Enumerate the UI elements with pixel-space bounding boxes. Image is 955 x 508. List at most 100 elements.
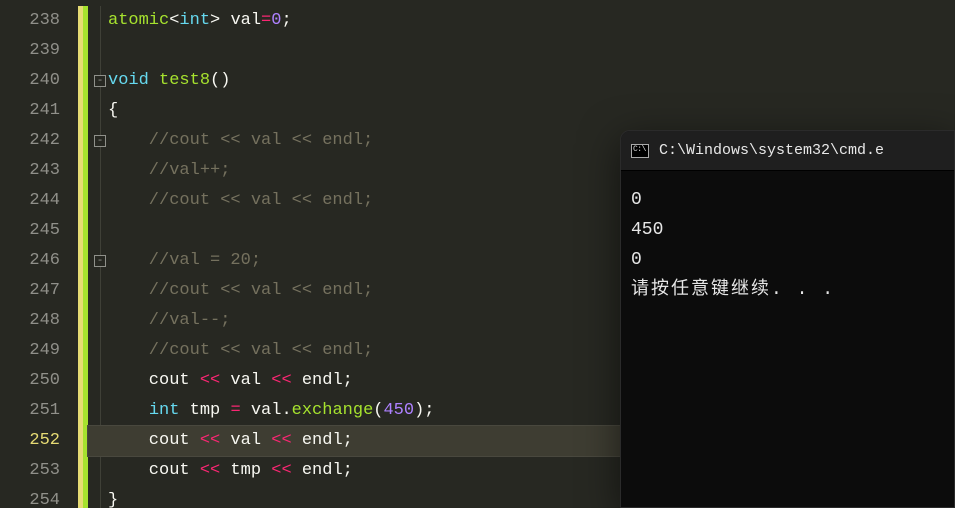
code-token: val bbox=[220, 371, 271, 390]
code-line[interactable] bbox=[88, 36, 955, 66]
line-number: 242 bbox=[0, 126, 60, 156]
console-output-line: 0 bbox=[631, 185, 944, 215]
change-marker bbox=[78, 336, 88, 366]
code-token: ; bbox=[281, 11, 291, 30]
line-number: 247 bbox=[0, 276, 60, 306]
code-token: val bbox=[241, 401, 282, 420]
code-token: ; bbox=[343, 431, 353, 450]
code-token: endl bbox=[292, 431, 343, 450]
code-token: < bbox=[169, 11, 179, 30]
line-number: 238 bbox=[0, 6, 60, 36]
fold-toggle-icon[interactable]: - bbox=[94, 255, 106, 267]
code-token: . bbox=[281, 401, 291, 420]
change-marker bbox=[78, 36, 88, 66]
code-token bbox=[149, 71, 159, 90]
code-token: //val--; bbox=[108, 311, 230, 330]
line-number: 254 bbox=[0, 486, 60, 508]
code-token: //val++; bbox=[108, 161, 230, 180]
code-token: cout bbox=[108, 431, 200, 450]
line-number-gutter: 2382392402412422432442452462472482492502… bbox=[0, 0, 78, 508]
line-number: 253 bbox=[0, 456, 60, 486]
code-token: void bbox=[108, 71, 149, 90]
code-token: << bbox=[271, 371, 291, 390]
console-output-line: 450 bbox=[631, 215, 944, 245]
line-number: 246 bbox=[0, 246, 60, 276]
line-number: 249 bbox=[0, 336, 60, 366]
code-token: ; bbox=[424, 401, 434, 420]
change-marker bbox=[78, 306, 88, 336]
change-marker bbox=[78, 486, 88, 508]
code-token: tmp bbox=[220, 461, 271, 480]
line-number: 243 bbox=[0, 156, 60, 186]
line-number: 240 bbox=[0, 66, 60, 96]
line-number: 248 bbox=[0, 306, 60, 336]
code-token: //cout << val << endl; bbox=[108, 281, 373, 300]
change-marker bbox=[78, 96, 88, 126]
change-marker bbox=[78, 156, 88, 186]
code-token: << bbox=[271, 461, 291, 480]
code-token: () bbox=[210, 71, 230, 90]
line-number: 244 bbox=[0, 186, 60, 216]
line-number: 251 bbox=[0, 396, 60, 426]
code-token: = bbox=[230, 401, 240, 420]
code-token: cout bbox=[108, 461, 200, 480]
change-marker bbox=[78, 396, 88, 426]
code-token: { bbox=[108, 101, 118, 120]
code-token: ; bbox=[343, 461, 353, 480]
code-token: test8 bbox=[159, 71, 210, 90]
console-title: C:\Windows\system32\cmd.e bbox=[659, 142, 884, 159]
code-line[interactable]: -void test8() bbox=[88, 66, 955, 96]
line-number: 252 bbox=[0, 426, 60, 456]
console-output-line: 请按任意键继续. . . bbox=[631, 275, 944, 305]
code-line[interactable]: atomic<int> val=0; bbox=[88, 6, 955, 36]
console-titlebar[interactable]: C:\Windows\system32\cmd.e bbox=[621, 131, 954, 171]
code-line[interactable]: { bbox=[88, 96, 955, 126]
line-number: 250 bbox=[0, 366, 60, 396]
code-token: << bbox=[200, 461, 220, 480]
line-number: 241 bbox=[0, 96, 60, 126]
code-token: int bbox=[179, 11, 210, 30]
code-token: ; bbox=[343, 371, 353, 390]
code-token: val bbox=[230, 11, 261, 30]
change-marker bbox=[78, 276, 88, 306]
code-token bbox=[108, 401, 149, 420]
line-number: 245 bbox=[0, 216, 60, 246]
code-token: val bbox=[220, 431, 271, 450]
code-token: endl bbox=[292, 371, 343, 390]
console-output[interactable]: 04500请按任意键继续. . . bbox=[621, 171, 954, 319]
code-token: 450 bbox=[383, 401, 414, 420]
change-marker bbox=[78, 366, 88, 396]
code-token: cout bbox=[108, 371, 200, 390]
code-token: exchange bbox=[292, 401, 374, 420]
code-token: endl bbox=[292, 461, 343, 480]
fold-toggle-icon[interactable]: - bbox=[94, 75, 106, 87]
change-marker bbox=[78, 216, 88, 246]
change-marker bbox=[78, 186, 88, 216]
code-token: tmp bbox=[179, 401, 230, 420]
change-marker bbox=[78, 456, 88, 486]
code-token: ( bbox=[373, 401, 383, 420]
change-marker bbox=[78, 6, 88, 36]
code-token: //cout << val << endl; bbox=[108, 341, 373, 360]
code-token: //val = 20; bbox=[108, 251, 261, 270]
code-token: 0 bbox=[271, 11, 281, 30]
change-marker-column bbox=[78, 0, 88, 508]
console-window[interactable]: C:\Windows\system32\cmd.e 04500请按任意键继续. … bbox=[620, 130, 955, 508]
code-token: << bbox=[200, 371, 220, 390]
fold-toggle-icon[interactable]: - bbox=[94, 135, 106, 147]
line-number: 239 bbox=[0, 36, 60, 66]
code-token: = bbox=[261, 11, 271, 30]
change-marker bbox=[78, 246, 88, 276]
code-token: ) bbox=[414, 401, 424, 420]
code-token: int bbox=[149, 401, 180, 420]
code-token: atomic bbox=[108, 11, 169, 30]
change-marker bbox=[78, 126, 88, 156]
code-token: //cout << val << endl; bbox=[108, 191, 373, 210]
code-token: > bbox=[210, 11, 230, 30]
code-token: //cout << val << endl; bbox=[108, 131, 373, 150]
code-token: << bbox=[200, 431, 220, 450]
console-output-line: 0 bbox=[631, 245, 944, 275]
change-marker bbox=[78, 426, 88, 456]
code-token: } bbox=[108, 491, 118, 508]
change-marker bbox=[78, 66, 88, 96]
